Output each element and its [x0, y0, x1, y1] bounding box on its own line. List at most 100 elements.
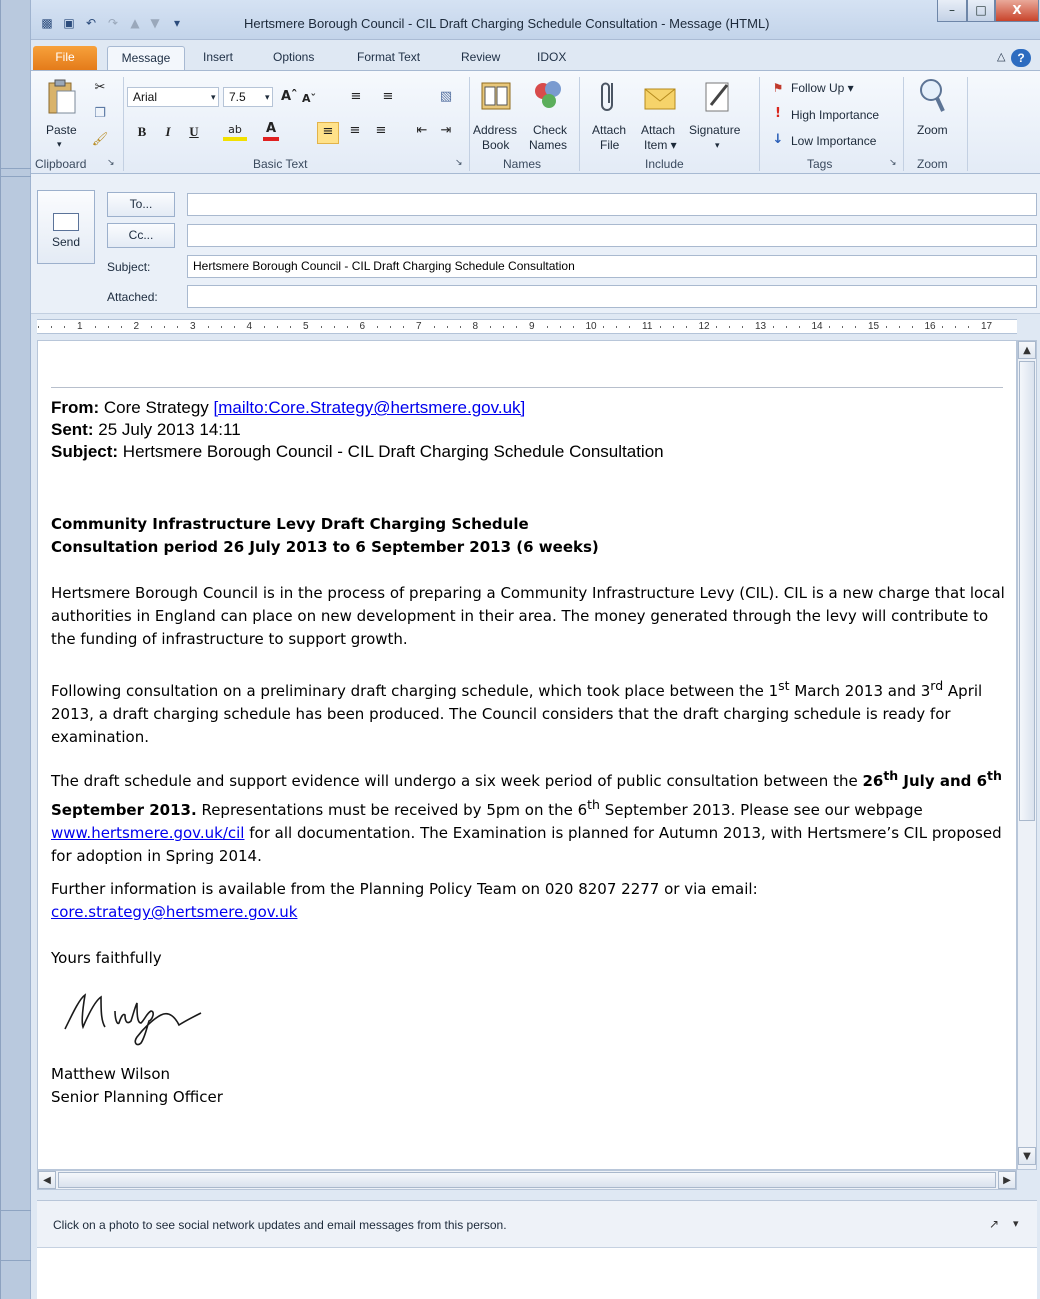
- address-book-icon[interactable]: [479, 79, 513, 113]
- highlight-icon[interactable]: ab: [223, 123, 247, 141]
- ruler-bar[interactable]: 1 2 3 4 5 6 7 8 9 10 11 12 13 14 15 16 17: [37, 319, 1017, 334]
- p3-sup-2: th: [987, 768, 1002, 783]
- tab-idox[interactable]: IDOX: [531, 46, 572, 70]
- clear-formatting-icon[interactable]: ▧: [437, 88, 455, 106]
- cc-button[interactable]: Cc...: [107, 223, 175, 248]
- attach-item-label-1[interactable]: Attach: [641, 123, 675, 138]
- vertical-scroll-thumb[interactable]: [1019, 361, 1035, 821]
- increase-indent-icon[interactable]: ⇥: [437, 122, 455, 140]
- zoom-button-label[interactable]: Zoom: [917, 123, 948, 138]
- tab-format-text[interactable]: Format Text: [351, 46, 426, 70]
- ruler-number: 16: [924, 321, 936, 332]
- font-name-box[interactable]: Arial: [127, 87, 219, 107]
- follow-up-flag-icon[interactable]: ⚑: [771, 79, 785, 97]
- people-pane-photo-area[interactable]: [37, 1247, 1037, 1299]
- minimize-button[interactable]: –: [937, 0, 967, 22]
- redo-icon[interactable]: ↷: [105, 15, 121, 31]
- bullets-icon[interactable]: ≡: [347, 88, 365, 106]
- send-button[interactable]: Send: [37, 190, 95, 264]
- close-button[interactable]: X: [995, 0, 1039, 22]
- scroll-up-button[interactable]: ▲: [1018, 341, 1036, 359]
- people-pane-dropdown-icon[interactable]: ▾: [1013, 1217, 1019, 1230]
- vertical-scrollbar[interactable]: ▲ ▼: [1017, 340, 1037, 1170]
- check-names-icon[interactable]: [531, 77, 565, 113]
- help-icon[interactable]: ?: [1011, 49, 1031, 67]
- ruler-tick: [390, 326, 391, 328]
- tab-options[interactable]: Options: [267, 46, 320, 70]
- follow-up-button[interactable]: Follow Up ▾: [791, 81, 854, 96]
- align-left-icon[interactable]: ≡: [317, 122, 339, 144]
- attach-file-icon[interactable]: [601, 79, 623, 115]
- shrink-font-icon[interactable]: Aˇ: [301, 90, 317, 108]
- ribbon-message: Paste ▾ ✂ ❐ 🖌 Clipboard ↘ Arial ▾ 7.5 ▾ …: [31, 70, 1040, 174]
- attach-file-label-2[interactable]: File: [600, 138, 619, 153]
- paste-button-label[interactable]: Paste: [46, 123, 77, 138]
- next-item-icon[interactable]: ▼: [147, 15, 163, 31]
- tags-launcher-icon[interactable]: ↘: [889, 157, 897, 168]
- numbering-icon[interactable]: ≡: [379, 88, 397, 106]
- low-importance-button[interactable]: Low Importance: [791, 134, 876, 149]
- expand-people-pane-icon[interactable]: ↗: [989, 1217, 999, 1231]
- outlook-app-icon[interactable]: ▩: [39, 15, 55, 31]
- clipboard-launcher-icon[interactable]: ↘: [107, 157, 115, 168]
- tab-message[interactable]: Message: [107, 46, 185, 70]
- maximize-button[interactable]: □: [967, 0, 995, 22]
- font-name-dropdown-icon[interactable]: ▾: [211, 90, 216, 105]
- zoom-icon[interactable]: [917, 77, 947, 115]
- basic-text-launcher-icon[interactable]: ↘: [455, 157, 463, 168]
- tab-insert[interactable]: Insert: [197, 46, 239, 70]
- align-center-icon[interactable]: ≡: [345, 122, 365, 140]
- ruler-tick: [233, 326, 235, 328]
- decrease-indent-icon[interactable]: ⇤: [413, 122, 431, 140]
- ruler-tick: [572, 326, 574, 328]
- to-field[interactable]: [187, 193, 1037, 216]
- format-painter-icon[interactable]: 🖌: [91, 131, 109, 149]
- to-button[interactable]: To...: [107, 192, 175, 217]
- bold-button[interactable]: B: [135, 123, 149, 141]
- attach-item-label-2[interactable]: Item ▾: [644, 138, 677, 153]
- check-names-label-1[interactable]: Check: [533, 123, 567, 138]
- font-size-dropdown-icon[interactable]: ▾: [265, 90, 270, 105]
- high-importance-icon[interactable]: !: [771, 105, 785, 123]
- previous-item-icon[interactable]: ▲: [127, 15, 143, 31]
- scroll-down-button[interactable]: ▼: [1018, 1147, 1036, 1165]
- underline-button[interactable]: U: [187, 123, 201, 141]
- address-book-label-1[interactable]: Address: [473, 123, 517, 138]
- scroll-left-button[interactable]: ◀: [38, 1171, 56, 1189]
- subject-field[interactable]: Hertsmere Borough Council - CIL Draft Ch…: [187, 255, 1037, 278]
- signature-icon[interactable]: [703, 79, 733, 113]
- italic-button[interactable]: I: [161, 123, 175, 141]
- cut-icon[interactable]: ✂: [91, 79, 109, 97]
- customize-qat-icon[interactable]: ▾: [169, 15, 185, 31]
- undo-icon[interactable]: ↶: [83, 15, 99, 31]
- address-book-label-2[interactable]: Book: [482, 138, 509, 153]
- from-mailto-link[interactable]: [mailto:Core.Strategy@hertsmere.gov.uk]: [214, 398, 526, 417]
- horizontal-scroll-thumb[interactable]: [58, 1172, 996, 1188]
- signature-label[interactable]: Signature: [689, 123, 740, 138]
- low-importance-icon[interactable]: ↓: [771, 131, 785, 149]
- message-body[interactable]: From: Core Strategy [mailto:Core.Strateg…: [37, 340, 1017, 1170]
- align-right-icon[interactable]: ≡: [371, 122, 391, 140]
- check-names-label-2[interactable]: Names: [529, 138, 567, 153]
- email-paragraph-3: The draft schedule and support evidence …: [51, 764, 1006, 868]
- save-icon[interactable]: ▣: [61, 15, 77, 31]
- copy-icon[interactable]: ❐: [91, 105, 109, 123]
- attached-field[interactable]: [187, 285, 1037, 308]
- tab-file[interactable]: File: [33, 46, 97, 70]
- horizontal-scrollbar[interactable]: ◀ ▶: [37, 1170, 1017, 1190]
- paste-dropdown-icon[interactable]: ▾: [57, 137, 62, 152]
- attach-file-label-1[interactable]: Attach: [592, 123, 626, 138]
- paste-icon[interactable]: [45, 79, 79, 117]
- scroll-right-button[interactable]: ▶: [998, 1171, 1016, 1189]
- ruler-tick: [120, 326, 122, 328]
- core-strategy-email-link[interactable]: core.strategy@hertsmere.gov.uk: [51, 903, 297, 921]
- cc-field[interactable]: [187, 224, 1037, 247]
- font-color-icon[interactable]: A: [263, 121, 279, 141]
- high-importance-button[interactable]: High Importance: [791, 108, 879, 123]
- grow-font-icon[interactable]: Aˆ: [281, 88, 298, 106]
- signature-dropdown-icon[interactable]: ▾: [715, 138, 720, 153]
- cil-webpage-link[interactable]: www.hertsmere.gov.uk/cil: [51, 824, 244, 842]
- tab-review[interactable]: Review: [455, 46, 506, 70]
- collapse-ribbon-icon[interactable]: △: [991, 46, 1011, 70]
- attach-item-icon[interactable]: [643, 81, 677, 113]
